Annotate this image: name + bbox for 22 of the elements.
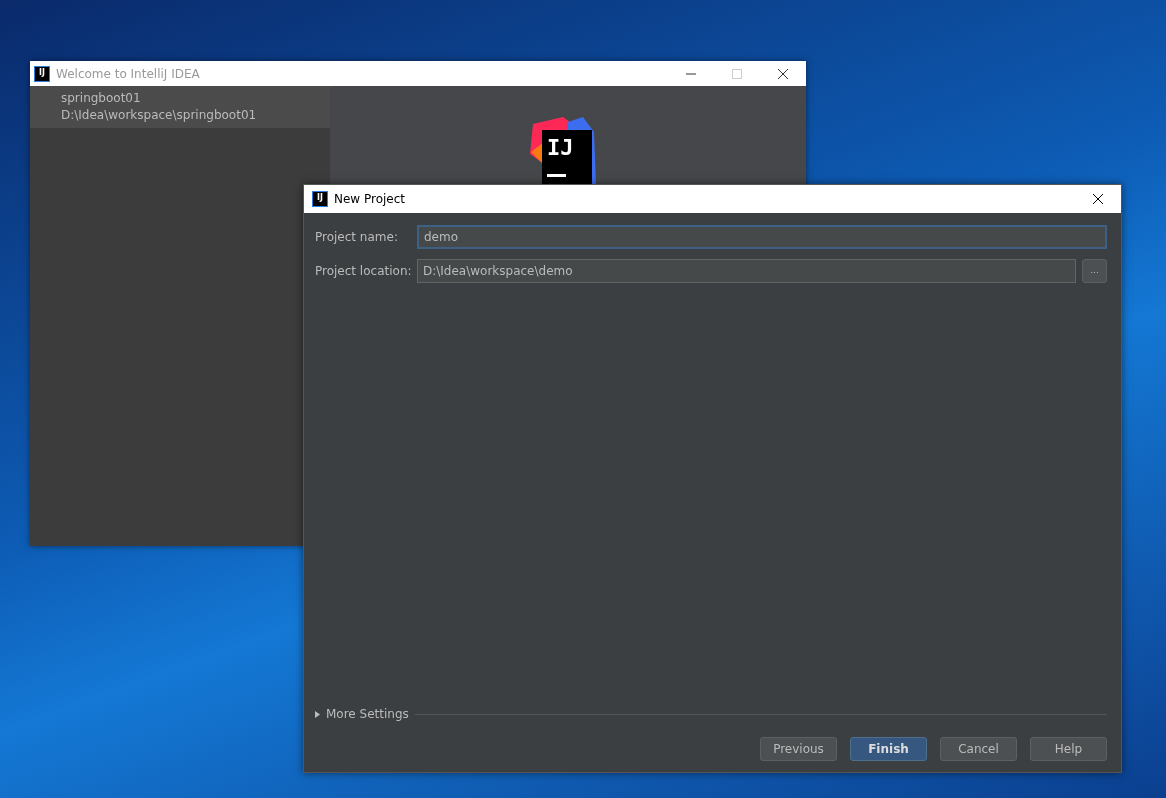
text-field[interactable]: D:\Idea\workspace\demo — [417, 259, 1076, 283]
app-icon: IJ — [312, 191, 328, 207]
app-icon: IJ — [34, 65, 50, 82]
recent-project-item[interactable]: springboot01 D:\Idea\workspace\springboot01 — [30, 86, 330, 128]
field-label: Project name: — [315, 229, 399, 246]
text-field[interactable]: demo — [417, 225, 1107, 249]
close-icon — [1093, 194, 1103, 204]
dialog-button[interactable]: Finish — [850, 737, 927, 761]
dialog-button[interactable]: Cancel — [940, 737, 1017, 761]
dialog-button[interactable]: Previous — [760, 737, 837, 761]
dialog-title: New Project — [334, 191, 406, 208]
window-title: Welcome to IntelliJ IDEA — [56, 65, 200, 83]
more-settings-toggle[interactable]: More Settings — [315, 705, 409, 723]
app-logo: IJ — [528, 114, 608, 184]
maximize-icon — [732, 68, 742, 79]
caret-icon — [315, 710, 320, 718]
project-name: springboot01 — [61, 90, 142, 107]
close-icon — [778, 68, 788, 79]
browse-button[interactable]: ... — [1082, 259, 1107, 283]
dialog-button[interactable]: Help — [1030, 737, 1107, 761]
field-label: Project location: — [315, 263, 411, 280]
project-path: D:\Idea\workspace\springboot01 — [61, 107, 258, 124]
